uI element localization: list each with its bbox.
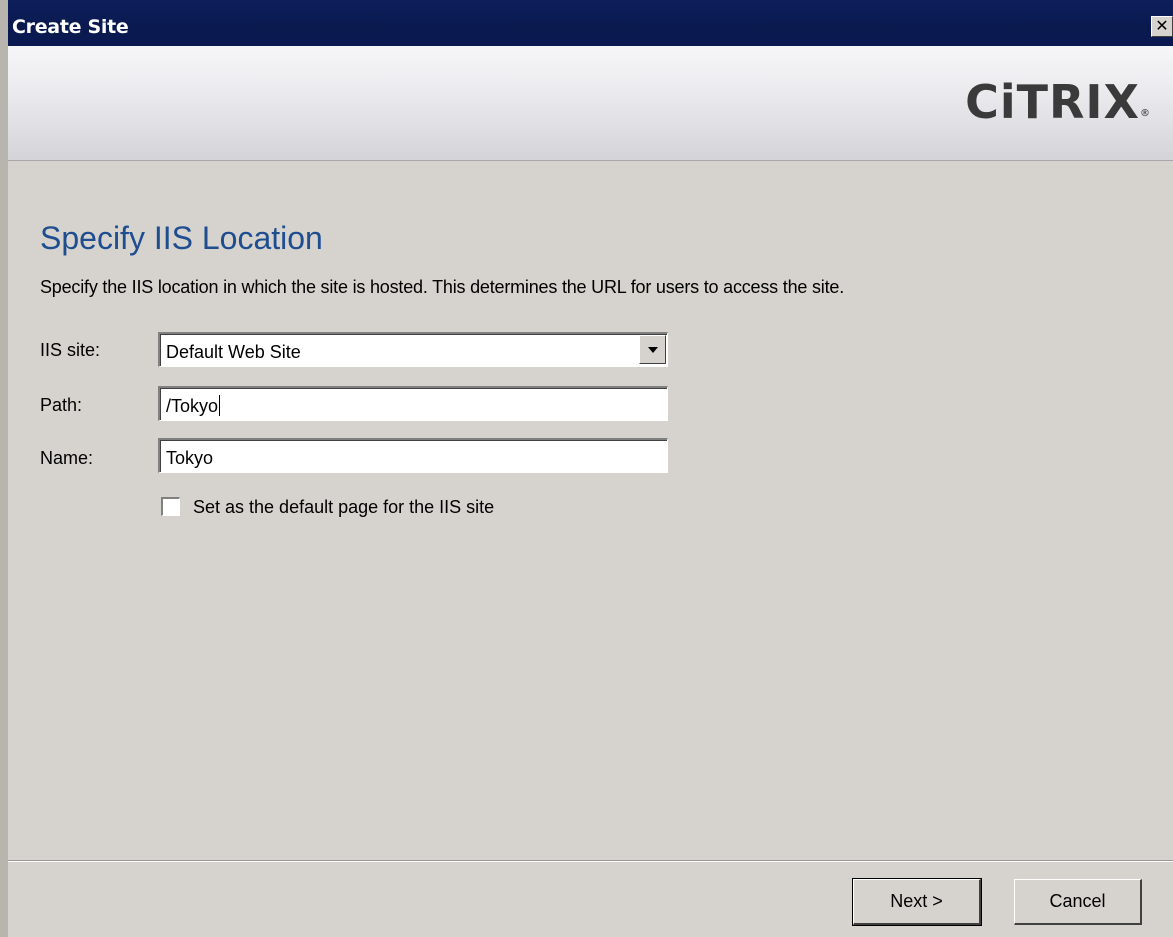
citrix-logo: CiTRIX® <box>965 75 1151 129</box>
button-bar: Next > Cancel <box>8 860 1173 937</box>
name-input-value: Tokyo <box>166 448 214 468</box>
page-description: Specify the IIS location in which the si… <box>40 277 844 297</box>
close-button[interactable]: ✕ <box>1151 16 1173 37</box>
title-bar[interactable]: Create Site ✕ <box>8 0 1173 46</box>
path-input[interactable]: /Tokyo <box>158 386 668 421</box>
next-button[interactable]: Next > <box>852 878 982 926</box>
chevron-down-icon <box>648 347 658 353</box>
cancel-button[interactable]: Cancel <box>1014 879 1142 925</box>
path-label: Path: <box>40 395 83 415</box>
default-page-checkbox-label[interactable]: Set as the default page for the IIS site <box>193 496 494 518</box>
iis-site-dropdown[interactable]: Default Web Site <box>158 332 668 367</box>
name-input[interactable]: Tokyo <box>158 438 668 473</box>
name-label: Name: <box>40 448 94 468</box>
page-title: Specify IIS Location <box>40 220 323 256</box>
path-input-value: /Tokyo <box>166 396 219 416</box>
dropdown-button[interactable] <box>639 335 666 364</box>
default-page-checkbox[interactable] <box>161 497 180 516</box>
iis-site-selected-value: Default Web Site <box>166 342 301 362</box>
create-site-dialog: Create Site ✕ CiTRIX® Specify IIS Locati… <box>0 0 1173 937</box>
iis-site-label: IIS site: <box>40 340 101 360</box>
close-icon: ✕ <box>1155 16 1169 35</box>
header-banner: CiTRIX® <box>8 46 1173 161</box>
logo-registered-mark: ® <box>1140 108 1151 119</box>
wizard-page: Specify IIS Location Specify the IIS loc… <box>8 161 1173 861</box>
text-caret <box>219 395 221 416</box>
window-title: Create Site <box>12 16 129 38</box>
logo-text: CiTRIX <box>965 75 1140 129</box>
